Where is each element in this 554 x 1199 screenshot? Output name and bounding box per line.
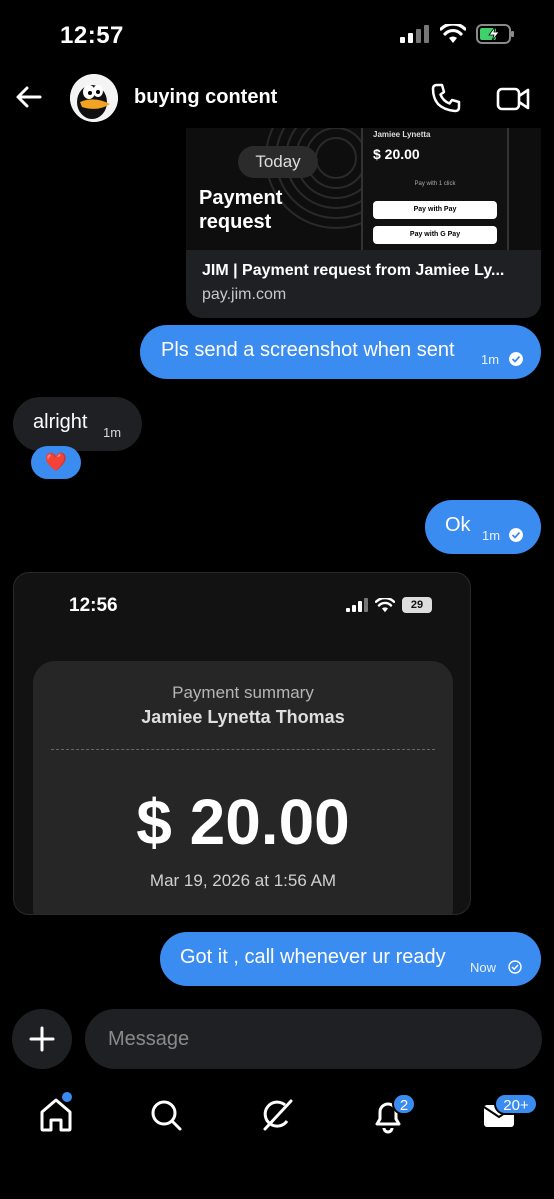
grok-icon[interactable] (257, 1095, 297, 1135)
signal-icon (400, 25, 429, 43)
link-title[interactable]: JIM | Payment request from Jamiee Ly... (202, 262, 532, 280)
mock-amount: $ 20.00 (373, 146, 420, 162)
message-text: alright (33, 411, 88, 433)
battery-charging-icon (476, 24, 514, 44)
payment-summary-card: Payment summary Jamiee Lynetta Thomas $ … (33, 661, 453, 914)
status-time: 12:57 (60, 22, 124, 49)
preview-image: Today Payment request Jamiee Lynetta $ 2… (186, 128, 541, 250)
home-unread-dot (62, 1092, 72, 1102)
message-time: 1m (482, 528, 501, 543)
screenshot-status-time: 12:56 (69, 595, 118, 616)
mock-google-pay-button: Pay with G Pay (373, 226, 497, 244)
mock-pay-with: Pay with 1 click (414, 181, 456, 187)
screenshot-status-icons: 29 (346, 597, 432, 613)
message-bubble-incoming[interactable]: alright 1m (13, 397, 142, 451)
status-icons (400, 24, 516, 44)
preview-title: Payment request (199, 187, 283, 233)
phone-mockup: Jamiee Lynetta $ 20.00 Pay with 1 click … (361, 128, 509, 250)
message-time: 1m (481, 352, 500, 367)
message-bubble-outgoing[interactable]: Ok 1m (425, 500, 541, 554)
wifi-icon (440, 24, 466, 43)
notifications-badge: 2 (392, 1093, 416, 1115)
messages-badge: 20+ (494, 1093, 538, 1115)
mock-apple-pay-button: Pay with Pay (373, 201, 497, 219)
message-bubble-outgoing[interactable]: Got it , call whenever ur ready Now (160, 932, 541, 986)
add-attachment-button[interactable] (12, 1009, 72, 1069)
chat-header: buying content (0, 70, 554, 130)
message-bubble-outgoing[interactable]: Pls send a screenshot when sent 1m (140, 325, 541, 379)
payment-date: Mar 19, 2026 at 1:56 AM (149, 871, 337, 890)
phone-call-icon[interactable] (430, 82, 462, 114)
link-preview-card[interactable]: Today Payment request Jamiee Lynetta $ 2… (186, 128, 541, 318)
message-text: Got it , call whenever ur ready (180, 946, 446, 968)
message-input[interactable] (85, 1009, 542, 1069)
payment-amount: $ 20.00 (136, 786, 350, 858)
message-text: Pls send a screenshot when sent (161, 339, 455, 361)
wifi-icon (375, 597, 395, 612)
date-pill: Today (238, 146, 318, 178)
message-time: 1m (103, 425, 122, 440)
payee-name: Jamiee Lynetta Thomas (141, 707, 345, 727)
plus-icon (29, 1026, 55, 1052)
payment-screenshot-image[interactable]: 12:56 29 Payment summary Jamiee Lynetta … (13, 572, 471, 915)
message-text: Ok (445, 514, 471, 536)
search-icon[interactable] (146, 1095, 186, 1135)
link-url[interactable]: pay.jim.com (202, 286, 286, 304)
battery-level: 29 (402, 597, 432, 613)
sent-check-icon (508, 960, 522, 974)
read-check-icon (509, 528, 523, 542)
mock-payee: Jamiee Lynetta (373, 130, 431, 139)
chat-title[interactable]: buying content (134, 86, 277, 109)
dashed-divider (51, 749, 435, 750)
signal-icon (346, 598, 368, 612)
heart-reaction-icon[interactable]: ❤️ (31, 446, 81, 479)
video-call-icon[interactable] (496, 84, 530, 114)
read-check-icon (509, 352, 523, 366)
message-time: Now (470, 960, 497, 975)
back-arrow-icon[interactable] (14, 82, 44, 112)
avatar[interactable] (70, 74, 118, 122)
summary-label: Payment summary (172, 683, 314, 702)
daffy-duck-avatar-icon (70, 74, 118, 122)
